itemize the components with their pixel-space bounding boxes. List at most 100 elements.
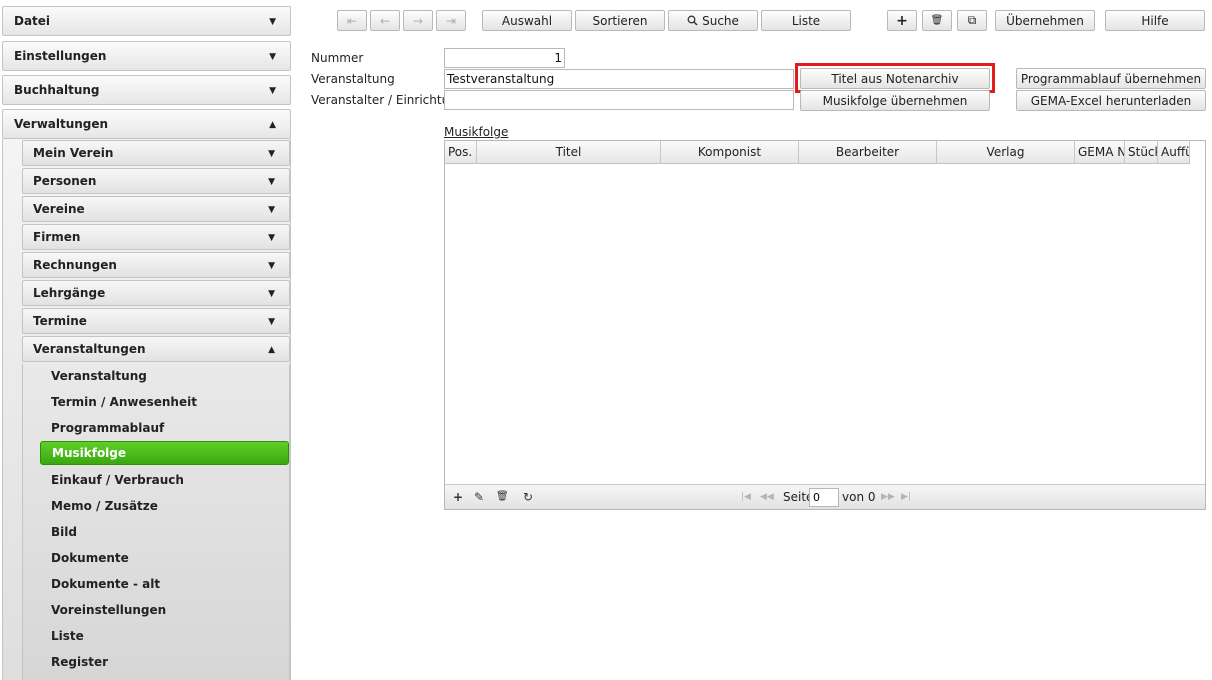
sidebar-item-liste[interactable]: Liste (40, 624, 289, 648)
first-record-icon: ⇤ (346, 13, 358, 28)
sidebar-item-label: Dokumente (51, 551, 129, 565)
column-header-gema[interactable]: GEMA N (1075, 141, 1125, 163)
nummer-field[interactable] (444, 48, 565, 68)
column-header-label: Komponist (697, 145, 762, 159)
sidebar-item-dokumente[interactable]: Dokumente (40, 546, 289, 570)
last-record-button[interactable]: ⇥ (436, 10, 466, 31)
search-icon (687, 15, 698, 26)
sidebar-item-label: Liste (51, 629, 84, 643)
sidebar-section-label: Datei (14, 14, 51, 28)
auswahl-button[interactable]: Auswahl (482, 10, 572, 31)
sortieren-label: Sortieren (592, 13, 648, 28)
sidebar-item-voreinstellungen[interactable]: Voreinstellungen (40, 598, 289, 622)
column-header-bearbeiter[interactable]: Bearbeiter (799, 141, 937, 163)
arrow-right-icon: → (412, 13, 424, 28)
programmablauf-uebernehmen-button[interactable]: Programmablauf übernehmen (1016, 68, 1206, 89)
sidebar-item-mein-verein[interactable]: Mein Verein ▼ (22, 140, 290, 166)
veranstaltung-field[interactable] (444, 69, 794, 89)
column-header-verlag[interactable]: Verlag (937, 141, 1075, 163)
delete-record-button[interactable]: 🗑 (922, 10, 952, 31)
last-record-icon: ⇥ (445, 13, 457, 28)
last-page-icon[interactable]: ▶| (901, 492, 911, 502)
column-header-pos[interactable]: Pos. (445, 141, 477, 163)
sidebar-item-label: Termin / Anwesenheit (51, 395, 197, 409)
sortieren-button[interactable]: Sortieren (575, 10, 665, 31)
add-record-button[interactable]: + (887, 10, 917, 31)
chevron-down-icon: ▼ (268, 177, 275, 187)
sidebar-item-musikfolge[interactable]: Musikfolge (40, 441, 289, 465)
hilfe-label: Hilfe (1141, 13, 1169, 28)
arrow-left-icon: ← (379, 13, 391, 28)
sidebar-item-personen[interactable]: Personen ▼ (22, 168, 290, 194)
veranstalter-field[interactable] (444, 90, 794, 110)
delete-row-icon[interactable]: 🗑 (496, 491, 509, 502)
sidebar-section-verwaltungen[interactable]: Verwaltungen ▲ (2, 109, 291, 139)
column-header-komponist[interactable]: Komponist (661, 141, 799, 163)
column-header-titel[interactable]: Titel (477, 141, 661, 163)
sidebar-item-firmen[interactable]: Firmen ▼ (22, 224, 290, 250)
page-number-input[interactable] (809, 488, 839, 507)
column-header-auffuehrung[interactable]: Auffü (1158, 141, 1190, 163)
sidebar-item-label: Musikfolge (52, 446, 127, 460)
sidebar-item-label: Voreinstellungen (51, 603, 167, 617)
previous-record-button[interactable]: ← (370, 10, 400, 31)
column-header-label: Verlag (986, 145, 1025, 159)
sidebar-item-vereine[interactable]: Vereine ▼ (22, 196, 290, 222)
column-header-stueck[interactable]: Stück (1125, 141, 1158, 163)
column-header-label: Bearbeiter (835, 145, 900, 159)
chevron-down-icon: ▼ (268, 317, 275, 327)
sidebar-item-dokumente-alt[interactable]: Dokumente - alt (40, 572, 289, 596)
refresh-icon[interactable]: ↻ (523, 490, 533, 504)
next-record-button[interactable]: → (403, 10, 433, 31)
first-record-button[interactable]: ⇤ (337, 10, 367, 31)
sidebar-item-termin-anwesenheit[interactable]: Termin / Anwesenheit (40, 390, 289, 414)
sidebar-item-lehrgaenge[interactable]: Lehrgänge ▼ (22, 280, 290, 306)
musikfolge-uebernehmen-button[interactable]: Musikfolge übernehmen (800, 90, 990, 111)
nummer-label: Nummer (311, 51, 364, 65)
liste-button[interactable]: Liste (761, 10, 851, 31)
page-count-label: von 0 (842, 490, 876, 504)
chevron-down-icon: ▼ (268, 149, 275, 159)
next-page-icon[interactable]: ▶▶ (881, 492, 895, 502)
chevron-down-icon: ▼ (269, 52, 276, 62)
add-row-icon[interactable]: + (453, 490, 463, 504)
sidebar-section-buchhaltung[interactable]: Buchhaltung ▼ (2, 75, 291, 105)
sidebar-item-label: Mein Verein (33, 146, 114, 160)
sidebar-item-programmablauf[interactable]: Programmablauf (40, 416, 289, 440)
sidebar-item-rechnungen[interactable]: Rechnungen ▼ (22, 252, 290, 278)
sidebar-section-datei[interactable]: Datei ▼ (2, 6, 291, 36)
veranstaltung-label: Veranstaltung (311, 72, 395, 86)
sidebar-section-einstellungen[interactable]: Einstellungen ▼ (2, 41, 291, 71)
sidebar-item-veranstaltung[interactable]: Veranstaltung (40, 364, 289, 388)
sidebar-item-label: Termine (33, 314, 87, 328)
suche-button[interactable]: Suche (668, 10, 758, 31)
edit-row-icon[interactable]: ✎ (474, 490, 484, 504)
plus-icon: + (896, 12, 908, 29)
sidebar-item-register[interactable]: Register (40, 650, 289, 674)
gema-excel-button[interactable]: GEMA-Excel herunterladen (1016, 90, 1206, 111)
veranstalter-label: Veranstalter / Einrichtung (311, 93, 465, 107)
column-header-label: Auffü (1161, 145, 1190, 159)
sidebar-item-label: Register (51, 655, 109, 669)
grid-title: Musikfolge (444, 125, 509, 139)
sidebar-item-veranstaltungen[interactable]: Veranstaltungen ▲ (22, 336, 290, 362)
previous-page-icon[interactable]: ◀◀ (760, 492, 774, 502)
first-page-icon[interactable]: |◀ (741, 492, 751, 502)
chevron-down-icon: ▼ (268, 261, 275, 271)
sidebar: Datei ▼ Einstellungen ▼ Buchhaltung ▼ Ve… (2, 0, 291, 680)
sidebar-item-einkauf-verbrauch[interactable]: Einkauf / Verbrauch (40, 468, 289, 492)
chevron-down-icon: ▼ (268, 289, 275, 299)
programmablauf-uebernehmen-label: Programmablauf übernehmen (1020, 71, 1202, 86)
sidebar-item-memo-zusaetze[interactable]: Memo / Zusätze (40, 494, 289, 518)
hilfe-button[interactable]: Hilfe (1105, 10, 1205, 31)
uebernehmen-button[interactable]: Übernehmen (995, 10, 1095, 31)
liste-label: Liste (791, 13, 821, 28)
sidebar-item-bild[interactable]: Bild (40, 520, 289, 544)
titel-aus-notenarchiv-button[interactable]: Titel aus Notenarchiv (800, 68, 990, 89)
auswahl-label: Auswahl (501, 13, 553, 28)
musikfolge-grid: Pos. Titel Komponist Bearbeiter Verlag G… (444, 140, 1206, 510)
sidebar-item-termine[interactable]: Termine ▼ (22, 308, 290, 334)
copy-record-button[interactable]: ⧉ (957, 10, 987, 31)
sidebar-item-label: Bild (51, 525, 77, 539)
column-header-label: Titel (555, 145, 582, 159)
